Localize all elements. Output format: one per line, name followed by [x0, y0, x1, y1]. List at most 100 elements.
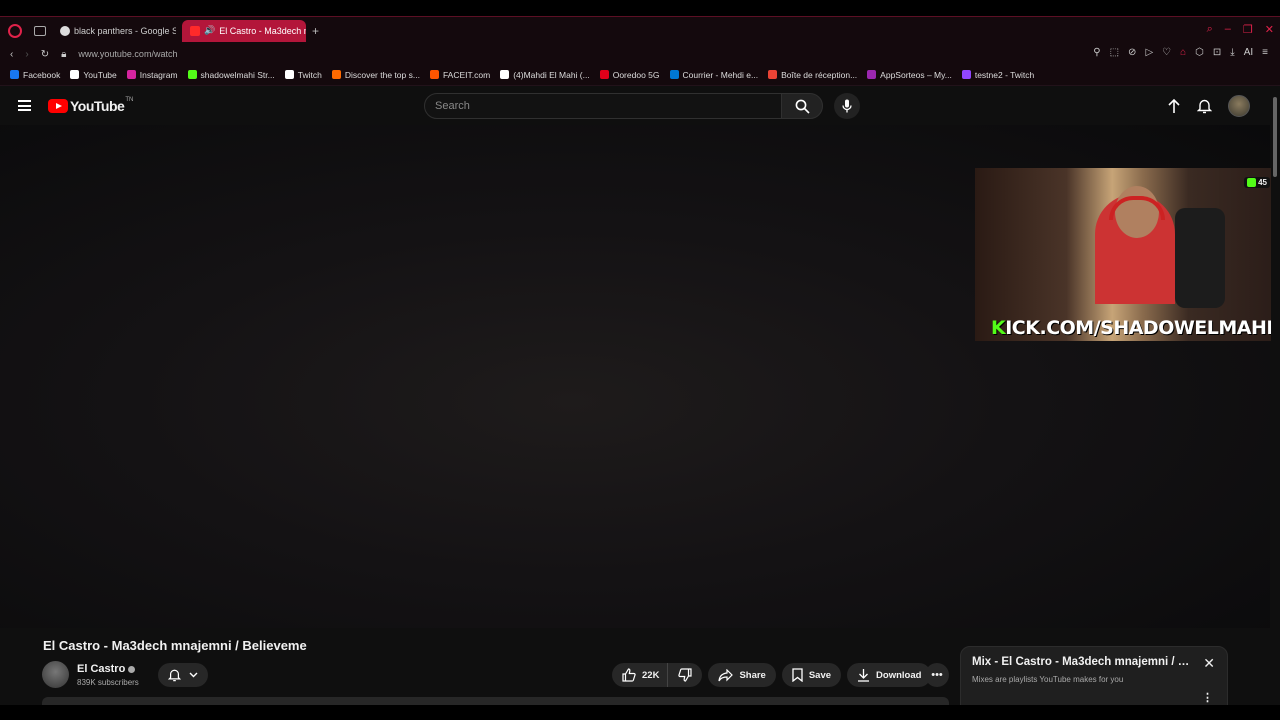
tab-label: El Castro - Ma3dech mn — [219, 25, 306, 36]
bookmark-item[interactable]: FACEIT.com — [429, 70, 490, 80]
save-label: Save — [808, 669, 832, 681]
thumbs-down-icon — [678, 668, 693, 682]
upload-icon[interactable] — [1167, 98, 1181, 114]
reload-button[interactable]: ↻ — [41, 49, 49, 60]
header-right-actions — [1167, 95, 1250, 117]
bookmark-item[interactable]: Facebook — [10, 70, 60, 80]
more-actions-button[interactable]: ••• — [925, 663, 949, 687]
channel-name[interactable]: El Castro — [77, 663, 136, 675]
pin-icon[interactable]: ⚲ — [1093, 47, 1100, 58]
maximize-button[interactable]: ❐ — [1243, 23, 1253, 36]
adblock-icon[interactable]: ⊘ — [1128, 47, 1136, 58]
bookmark-item[interactable]: AppSorteos – My... — [867, 70, 952, 80]
download-icon[interactable]: ⤓ — [1230, 47, 1234, 58]
url-field[interactable]: www.youtube.com/watch — [78, 49, 177, 59]
bookmark-favicon-icon — [70, 70, 80, 79]
guide-menu-icon[interactable] — [18, 100, 31, 111]
like-button[interactable]: 22K — [612, 663, 669, 687]
account-avatar[interactable] — [1228, 95, 1250, 117]
bookmark-favicon-icon — [669, 70, 679, 79]
subscription-bell-button[interactable] — [158, 663, 208, 687]
channel-name-text[interactable]: El Castro — [77, 663, 125, 675]
tab-label: black panthers - Google Se — [74, 25, 176, 36]
easy-setup-icon[interactable]: ⊡ — [1213, 47, 1221, 58]
bookmark-item[interactable]: Boîte de réception... — [768, 70, 857, 80]
close-window-button[interactable]: ✕ — [1265, 23, 1274, 36]
bookmark-item[interactable]: Ooredoo 5G — [599, 69, 660, 80]
tab-islands-icon[interactable] — [34, 25, 46, 36]
thumbs-up-icon — [622, 668, 636, 682]
save-button[interactable]: Save — [781, 663, 842, 687]
bookmark-favicon-icon — [331, 70, 341, 79]
close-mix-button[interactable]: ✕ — [1203, 655, 1215, 672]
snapshot-icon[interactable]: ⬚ — [1110, 47, 1119, 58]
video-actions: 22K Share Save Download — [612, 663, 932, 687]
kick-url: ICK.COM/SHADOWELMAHI — [1005, 317, 1273, 339]
country-code: TN — [125, 97, 134, 103]
bookmark-favicon-icon — [867, 70, 877, 79]
subscriber-count: 839K subscribers — [77, 678, 139, 687]
search-input[interactable]: Search — [424, 93, 782, 119]
back-button[interactable]: ‹ — [10, 49, 13, 60]
voice-search-button[interactable] — [834, 93, 860, 119]
youtube-logo[interactable]: YouTube TN — [48, 97, 134, 114]
heart-icon[interactable]: ♡ — [1162, 47, 1171, 58]
new-tab-button[interactable]: + — [312, 24, 319, 38]
player-icon[interactable]: ▷ — [1145, 47, 1153, 58]
mix-menu-icon[interactable]: ⋮ — [1202, 691, 1213, 704]
opera-logo-icon[interactable] — [8, 23, 22, 38]
bookmarks-bar: Facebook YouTube Instagram shadowelmahi Str… — [0, 64, 1280, 86]
bookmark-item[interactable]: testne2 - Twitch — [961, 70, 1034, 80]
bookmark-item[interactable]: Twitch — [284, 70, 322, 80]
extensions-icon[interactable]: ⬡ — [1195, 47, 1204, 58]
window-controls: ⌕ – ❐ ✕ — [1207, 23, 1274, 36]
bookmark-item[interactable]: (4)Mahdi El Mahi (... — [500, 70, 590, 80]
bookmark-label: Ooredoo 5G — [612, 69, 660, 80]
search-tabs-icon[interactable]: ⌕ — [1207, 23, 1213, 36]
bookmark-favicon-icon — [126, 70, 136, 79]
channel-avatar[interactable] — [42, 661, 69, 688]
bell-icon — [168, 669, 181, 682]
lock-icon[interactable]: 🔒︎ — [61, 49, 66, 60]
gaming-chair — [1175, 208, 1225, 308]
page-scrollbar[interactable] — [1271, 87, 1280, 705]
tab-youtube-active[interactable]: 🔊 El Castro - Ma3dech mn — [182, 19, 306, 42]
description-box[interactable] — [42, 697, 949, 705]
bookmark-label: AppSorteos – My... — [880, 69, 952, 80]
download-label: Download — [876, 669, 922, 681]
kick-channel-text: KICK.COM/SHADOWELMAHI — [991, 317, 1273, 339]
bookmark-label: YouTube — [83, 69, 117, 80]
share-button[interactable]: Share — [708, 663, 776, 687]
share-icon — [718, 668, 734, 681]
youtube-play-icon — [48, 99, 68, 113]
notifications-bell-icon[interactable] — [1197, 98, 1212, 114]
mix-title[interactable]: Mix - El Castro - Ma3dech mnajemni / Bel… — [972, 656, 1194, 668]
wallet-icon[interactable]: ⌂ — [1180, 47, 1186, 58]
bookmark-favicon-icon — [284, 70, 294, 79]
letterbox-bottom — [0, 705, 1280, 720]
aria-ai-icon[interactable]: AI — [1244, 47, 1253, 58]
bookmark-item[interactable]: Instagram — [126, 70, 178, 80]
bookmark-label: Boîte de réception... — [781, 69, 858, 80]
bookmark-item[interactable]: YouTube — [70, 69, 117, 80]
search-button[interactable] — [781, 93, 823, 119]
video-title: El Castro - Ma3dech mnajemni / Believeme — [43, 638, 307, 653]
bookmark-item[interactable]: Discover the top s... — [331, 69, 420, 80]
menu-icon[interactable]: ≡ — [1262, 47, 1268, 58]
bookmark-item[interactable]: Courrier - Mehdi e... — [669, 70, 758, 80]
bookmark-label: shadowelmahi Str... — [200, 69, 275, 80]
dislike-button[interactable] — [668, 663, 703, 687]
download-button[interactable]: Download — [847, 663, 932, 687]
bookmark-label: Discover the top s... — [344, 69, 420, 80]
viewer-count: 45 — [1258, 178, 1267, 187]
bookmark-label: (4)Mahdi El Mahi (... — [513, 69, 590, 80]
scrollbar-thumb[interactable] — [1273, 97, 1277, 177]
speaker-icon[interactable]: 🔊 — [204, 25, 215, 36]
forward-button[interactable]: › — [25, 49, 28, 60]
tab-google-search[interactable]: black panthers - Google Se — [52, 20, 176, 42]
minimize-button[interactable]: – — [1225, 23, 1231, 36]
address-bar: ‹ › ↻ 🔒︎ www.youtube.com/watch ⚲ ⬚ ⊘ ▷ ♡… — [0, 44, 1280, 64]
search-icon — [795, 99, 810, 114]
bookmark-item[interactable]: shadowelmahi Str... — [187, 69, 275, 80]
bookmark-favicon-icon — [429, 70, 439, 79]
